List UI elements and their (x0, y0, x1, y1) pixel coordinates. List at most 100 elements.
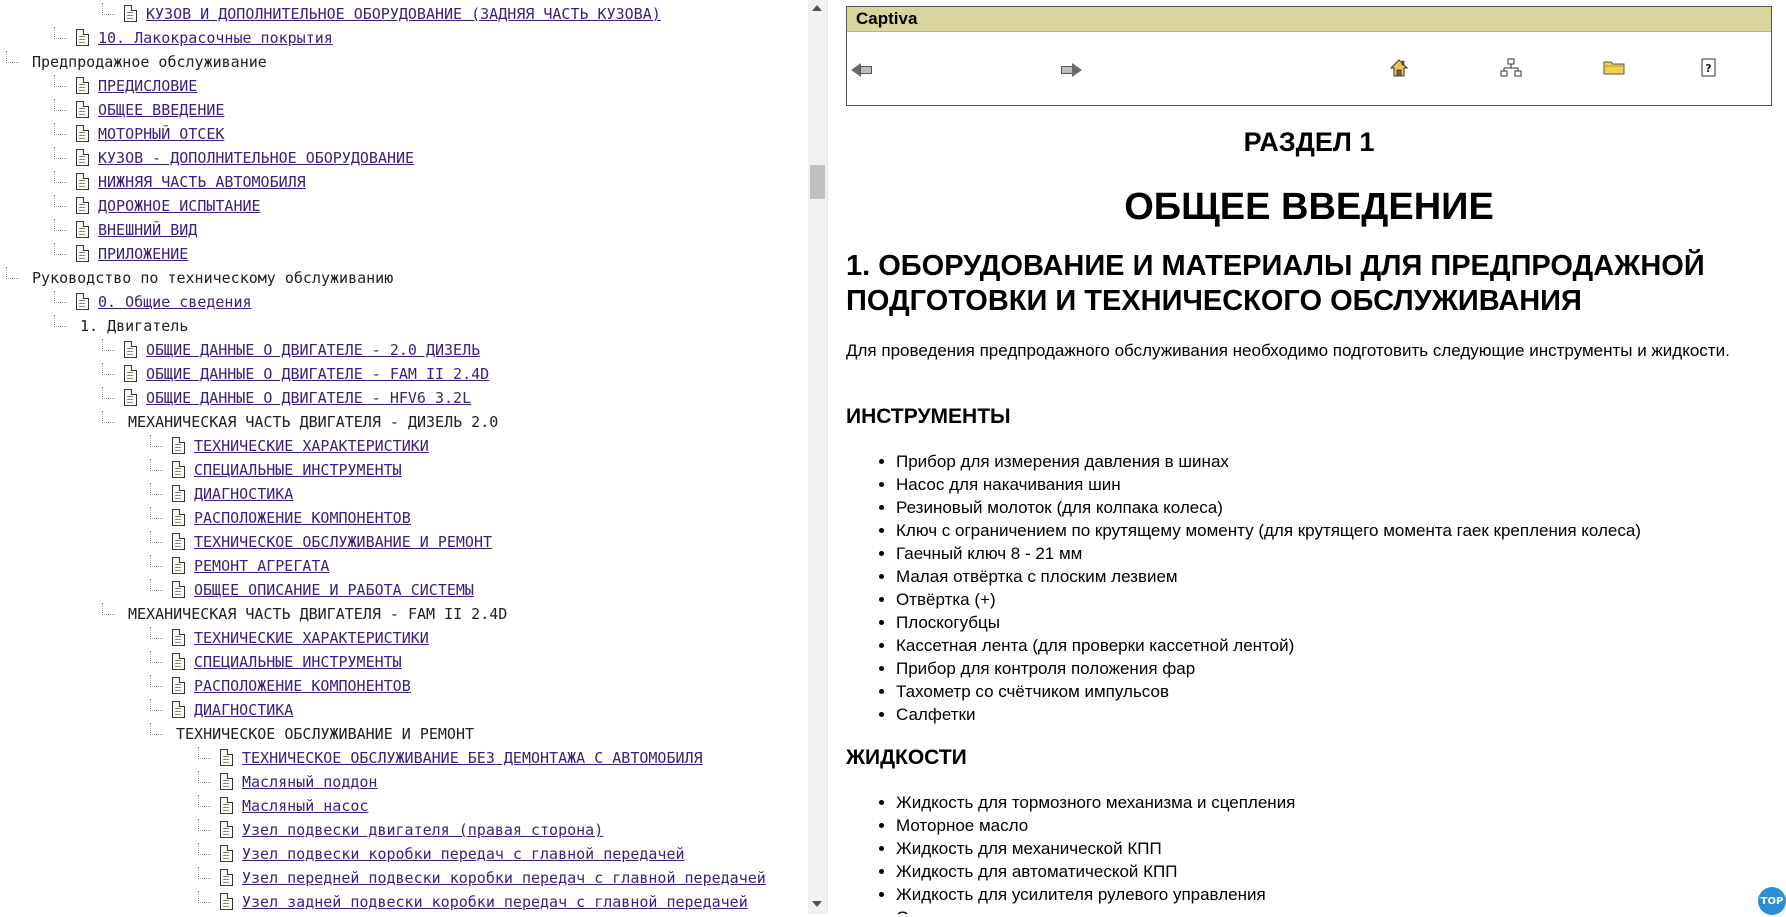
tree-item[interactable]: 10. Лакокрасочные покрытия (0, 26, 808, 50)
tree-folder[interactable]: ТЕХНИЧЕСКОЕ ОБСЛУЖИВАНИЕ И РЕМОНТ (0, 722, 808, 746)
tree-item[interactable]: Узел передней подвески коробки передач с… (0, 866, 808, 890)
tree-item-link[interactable]: МОТОРНЫЙ ОТСЕК (98, 122, 224, 146)
tree-item-link[interactable]: ТЕХНИЧЕСКОЕ ОБСЛУЖИВАНИЕ БЕЗ ДЕМОНТАЖА С… (242, 746, 703, 770)
tree-item[interactable]: ТЕХНИЧЕСКИЕ ХАРАКТЕРИСТИКИ (0, 626, 808, 650)
tree-connector (198, 891, 211, 903)
tree-item-link[interactable]: ДОРОЖНОЕ ИСПЫТАНИЕ (98, 194, 261, 218)
tree-item[interactable]: КУЗОВ - ДОПОЛНИТЕЛЬНОЕ ОБОРУДОВАНИЕ (0, 146, 808, 170)
tree-item-link[interactable]: ТЕХНИЧЕСКОЕ ОБСЛУЖИВАНИЕ И РЕМОНТ (194, 530, 492, 554)
tree-item[interactable]: ДИАГНОСТИКА (0, 698, 808, 722)
tree-folder[interactable]: Предпродажное обслуживание (0, 50, 808, 74)
tree-item[interactable]: ВНЕШНИЙ ВИД (0, 218, 808, 242)
page-icon (124, 365, 137, 382)
tree-item-link[interactable]: ОБЩИЕ ДАННЫЕ О ДВИГАТЕЛЕ - HFV6 3.2L (146, 386, 471, 410)
tree-item[interactable]: ОБЩИЕ ДАННЫЕ О ДВИГАТЕЛЕ - FAM II 2.4D (0, 362, 808, 386)
help-button[interactable]: ? (1700, 58, 1724, 82)
tree-item[interactable]: СПЕЦИАЛЬНЫЕ ИНСТРУМЕНТЫ (0, 458, 808, 482)
tree-item[interactable]: Масляный насос (0, 794, 808, 818)
tree-folder-label: МЕХАНИЧЕСКАЯ ЧАСТЬ ДВИГАТЕЛЯ - FAM II 2.… (128, 605, 508, 623)
page-icon (76, 77, 89, 94)
toc-scrollbar[interactable] (808, 0, 827, 914)
tree-item-link[interactable]: ОБЩЕЕ ВВЕДЕНИЕ (98, 98, 224, 122)
list-item: Малая отвёртка с плоским лезвием (896, 565, 1641, 588)
tree-connector (150, 507, 163, 519)
tree-connector (198, 819, 211, 831)
tree-item[interactable]: 0. Общие сведения (0, 290, 808, 314)
page-icon (220, 821, 233, 838)
tree-item[interactable]: ТЕХНИЧЕСКОЕ ОБСЛУЖИВАНИЕ БЕЗ ДЕМОНТАЖА С… (0, 746, 808, 770)
contents-button[interactable] (1500, 58, 1524, 82)
home-button[interactable] (1389, 58, 1413, 82)
tree-connector (6, 51, 19, 63)
tree-item-link[interactable]: НИЖНЯЯ ЧАСТЬ АВТОМОБИЛЯ (98, 170, 306, 194)
tree-folder[interactable]: Руководство по техническому обслуживанию (0, 266, 808, 290)
tree-item-link[interactable]: ОБЩЕЕ ОПИСАНИЕ И РАБОТА СИСТЕМЫ (194, 578, 474, 602)
tree-item[interactable]: Масляный поддон (0, 770, 808, 794)
tree-item-link[interactable]: ТЕХНИЧЕСКИЕ ХАРАКТЕРИСТИКИ (194, 434, 429, 458)
tree-connector (6, 267, 19, 279)
index-button[interactable] (1603, 58, 1627, 82)
tree-item-link[interactable]: РЕМОНТ АГРЕГАТА (194, 554, 329, 578)
tree-item-link[interactable]: Узел подвески коробки передач с главной … (242, 842, 685, 866)
tree-item[interactable]: ТЕХНИЧЕСКОЕ ОБСЛУЖИВАНИЕ И РЕМОНТ (0, 530, 808, 554)
tree-item-link[interactable]: СПЕЦИАЛЬНЫЕ ИНСТРУМЕНТЫ (194, 458, 402, 482)
tree-item-link[interactable]: ДИАГНОСТИКА (194, 698, 293, 722)
scroll-down-arrow-icon[interactable] (812, 901, 822, 907)
tree-item-link[interactable]: Масляный поддон (242, 770, 377, 794)
tree-item-link[interactable]: ВНЕШНИЙ ВИД (98, 218, 197, 242)
tree-item-link[interactable]: 0. Общие сведения (98, 290, 252, 314)
tree-item[interactable]: Узел подвески коробки передач с главной … (0, 842, 808, 866)
tree-folder[interactable]: МЕХАНИЧЕСКАЯ ЧАСТЬ ДВИГАТЕЛЯ - ДИЗЕЛЬ 2.… (0, 410, 808, 434)
tree-connector (54, 27, 67, 39)
forward-button[interactable] (1060, 58, 1084, 82)
tree-item-link[interactable]: РАСПОЛОЖЕНИЕ КОМПОНЕНТОВ (194, 506, 411, 530)
tree-item[interactable]: НИЖНЯЯ ЧАСТЬ АВТОМОБИЛЯ (0, 170, 808, 194)
page-title: ОБЩЕЕ ВВЕДЕНИЕ (1124, 186, 1494, 228)
tree-item[interactable]: РАСПОЛОЖЕНИЕ КОМПОНЕНТОВ (0, 674, 808, 698)
list-item: Ключ с ограничением по крутящему моменту… (896, 519, 1641, 542)
tree-item-link[interactable]: РАСПОЛОЖЕНИЕ КОМПОНЕНТОВ (194, 674, 411, 698)
scrollbar-thumb[interactable] (810, 165, 825, 199)
tree-item[interactable]: РАСПОЛОЖЕНИЕ КОМПОНЕНТОВ (0, 506, 808, 530)
tree-item[interactable]: ДИАГНОСТИКА (0, 482, 808, 506)
tree-item[interactable]: ОБЩЕЕ ВВЕДЕНИЕ (0, 98, 808, 122)
tree-item-link[interactable]: Масляный насос (242, 794, 368, 818)
tree-item[interactable]: КУЗОВ И ДОПОЛНИТЕЛЬНОЕ ОБОРУДОВАНИЕ (ЗАД… (0, 2, 808, 26)
tree-item-link[interactable]: СПЕЦИАЛЬНЫЕ ИНСТРУМЕНТЫ (194, 650, 402, 674)
tree-item-link[interactable]: КУЗОВ И ДОПОЛНИТЕЛЬНОЕ ОБОРУДОВАНИЕ (ЗАД… (146, 2, 661, 26)
tree-item-link[interactable]: КУЗОВ - ДОПОЛНИТЕЛЬНОЕ ОБОРУДОВАНИЕ (98, 146, 414, 170)
scroll-up-arrow-icon[interactable] (812, 5, 822, 11)
tree-item[interactable]: СПЕЦИАЛЬНЫЕ ИНСТРУМЕНТЫ (0, 650, 808, 674)
tree-item-link[interactable]: 10. Лакокрасочные покрытия (98, 26, 333, 50)
scroll-to-top-button[interactable]: TOP (1758, 887, 1786, 915)
tree-item-link[interactable]: ОБЩИЕ ДАННЫЕ О ДВИГАТЕЛЕ - FAM II 2.4D (146, 362, 489, 386)
tree-item-link[interactable]: ОБЩИЕ ДАННЫЕ О ДВИГАТЕЛЕ - 2.0 ДИЗЕЛЬ (146, 338, 480, 362)
tree-item-link[interactable]: ПРИЛОЖЕНИЕ (98, 242, 188, 266)
tree-connector (102, 339, 115, 351)
frame-divider[interactable] (827, 0, 846, 914)
tree-folder[interactable]: 1. Двигатель (0, 314, 808, 338)
tree-item[interactable]: МОТОРНЫЙ ОТСЕК (0, 122, 808, 146)
tree-item-link[interactable]: ТЕХНИЧЕСКИЕ ХАРАКТЕРИСТИКИ (194, 626, 429, 650)
tree-item[interactable]: ПРЕДИСЛОВИЕ (0, 74, 808, 98)
tree-item[interactable]: ДОРОЖНОЕ ИСПЫТАНИЕ (0, 194, 808, 218)
tree-item-link[interactable]: Узел подвески двигателя (правая сторона) (242, 818, 603, 842)
page-icon (76, 101, 89, 118)
tree-folder[interactable]: МЕХАНИЧЕСКАЯ ЧАСТЬ ДВИГАТЕЛЯ - FAM II 2.… (0, 602, 808, 626)
tree-item[interactable]: ОБЩИЕ ДАННЫЕ О ДВИГАТЕЛЕ - HFV6 3.2L (0, 386, 808, 410)
back-button[interactable] (851, 58, 875, 82)
tree-item[interactable]: ТЕХНИЧЕСКИЕ ХАРАКТЕРИСТИКИ (0, 434, 808, 458)
tree-item[interactable]: ОБЩЕЕ ОПИСАНИЕ И РАБОТА СИСТЕМЫ (0, 578, 808, 602)
tree-item-link[interactable]: ПРЕДИСЛОВИЕ (98, 74, 197, 98)
tree-item[interactable]: Узел подвески двигателя (правая сторона) (0, 818, 808, 842)
tree-item-link[interactable]: Узел передней подвески коробки передач с… (242, 866, 766, 890)
tree-item[interactable]: РЕМОНТ АГРЕГАТА (0, 554, 808, 578)
tree-item[interactable]: ОБЩИЕ ДАННЫЕ О ДВИГАТЕЛЕ - 2.0 ДИЗЕЛЬ (0, 338, 808, 362)
tree-connector (150, 531, 163, 543)
tree-connector (54, 315, 67, 327)
page-icon (76, 221, 89, 238)
tree-item[interactable]: ПРИЛОЖЕНИЕ (0, 242, 808, 266)
tree-item-link[interactable]: ДИАГНОСТИКА (194, 482, 293, 506)
tree-item-link[interactable]: Узел задней подвески коробки передач с г… (242, 890, 748, 914)
tree-item[interactable]: Узел задней подвески коробки передач с г… (0, 890, 808, 914)
